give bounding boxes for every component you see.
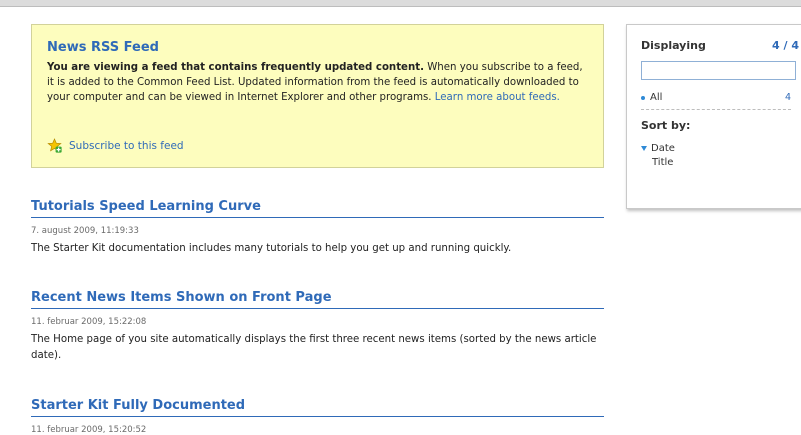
sort-option-date[interactable]: Date [641,141,801,155]
feed-item-title[interactable]: Starter Kit Fully Documented [31,398,604,417]
feed-notice-text: You are viewing a feed that contains fre… [47,60,588,105]
subscribe-feed-icon [47,138,62,153]
feed-item-description: The Home page of you site automatically … [31,334,597,361]
feed-item-date: 11. februar 2009, 15:22:08 [31,317,147,327]
feed-item-title[interactable]: Recent News Items Shown on Front Page [31,290,604,309]
category-all-label: All [650,92,663,103]
feed-item: Tutorials Speed Learning Curve 7. august… [31,199,604,257]
feed-title: News RSS Feed [47,40,159,55]
displaying-count: 4 / 4 [772,39,799,52]
category-all: All [641,92,662,103]
feed-item-description: The Starter Kit documentation includes m… [31,243,512,254]
sort-option-label: Title [652,156,674,168]
bullet-icon [641,95,645,100]
sort-options: Date Title [641,141,801,169]
feed-filter-panel: Displaying 4 / 4 All 4 Sort by: Date Tit… [626,24,801,209]
sort-option-title[interactable]: Title [641,155,801,169]
feed-notice-bold: You are viewing a feed that contains fre… [47,62,424,73]
category-all-row[interactable]: All 4 [641,92,791,110]
feed-item-title[interactable]: Tutorials Speed Learning Curve [31,199,604,218]
learn-more-link[interactable]: Learn more about feeds. [435,92,560,103]
feed-item-date: 7. august 2009, 11:19:33 [31,226,139,236]
subscribe-link[interactable]: Subscribe to this feed [47,138,184,153]
sort-option-label: Date [651,142,675,154]
feed-notice-box: News RSS Feed You are viewing a feed tha… [31,24,604,168]
displaying-label: Displaying [641,39,706,52]
displaying-row: Displaying 4 / 4 [641,39,799,52]
feed-item: Starter Kit Fully Documented 11. februar… [31,398,604,435]
filter-search-input[interactable] [641,61,796,80]
sort-descending-icon [641,145,647,151]
window-top-divider [0,6,801,7]
feed-item: Recent News Items Shown on Front Page 11… [31,290,604,364]
sort-by-label: Sort by: [641,119,691,132]
category-all-count: 4 [784,92,791,103]
subscribe-label: Subscribe to this feed [69,139,184,152]
